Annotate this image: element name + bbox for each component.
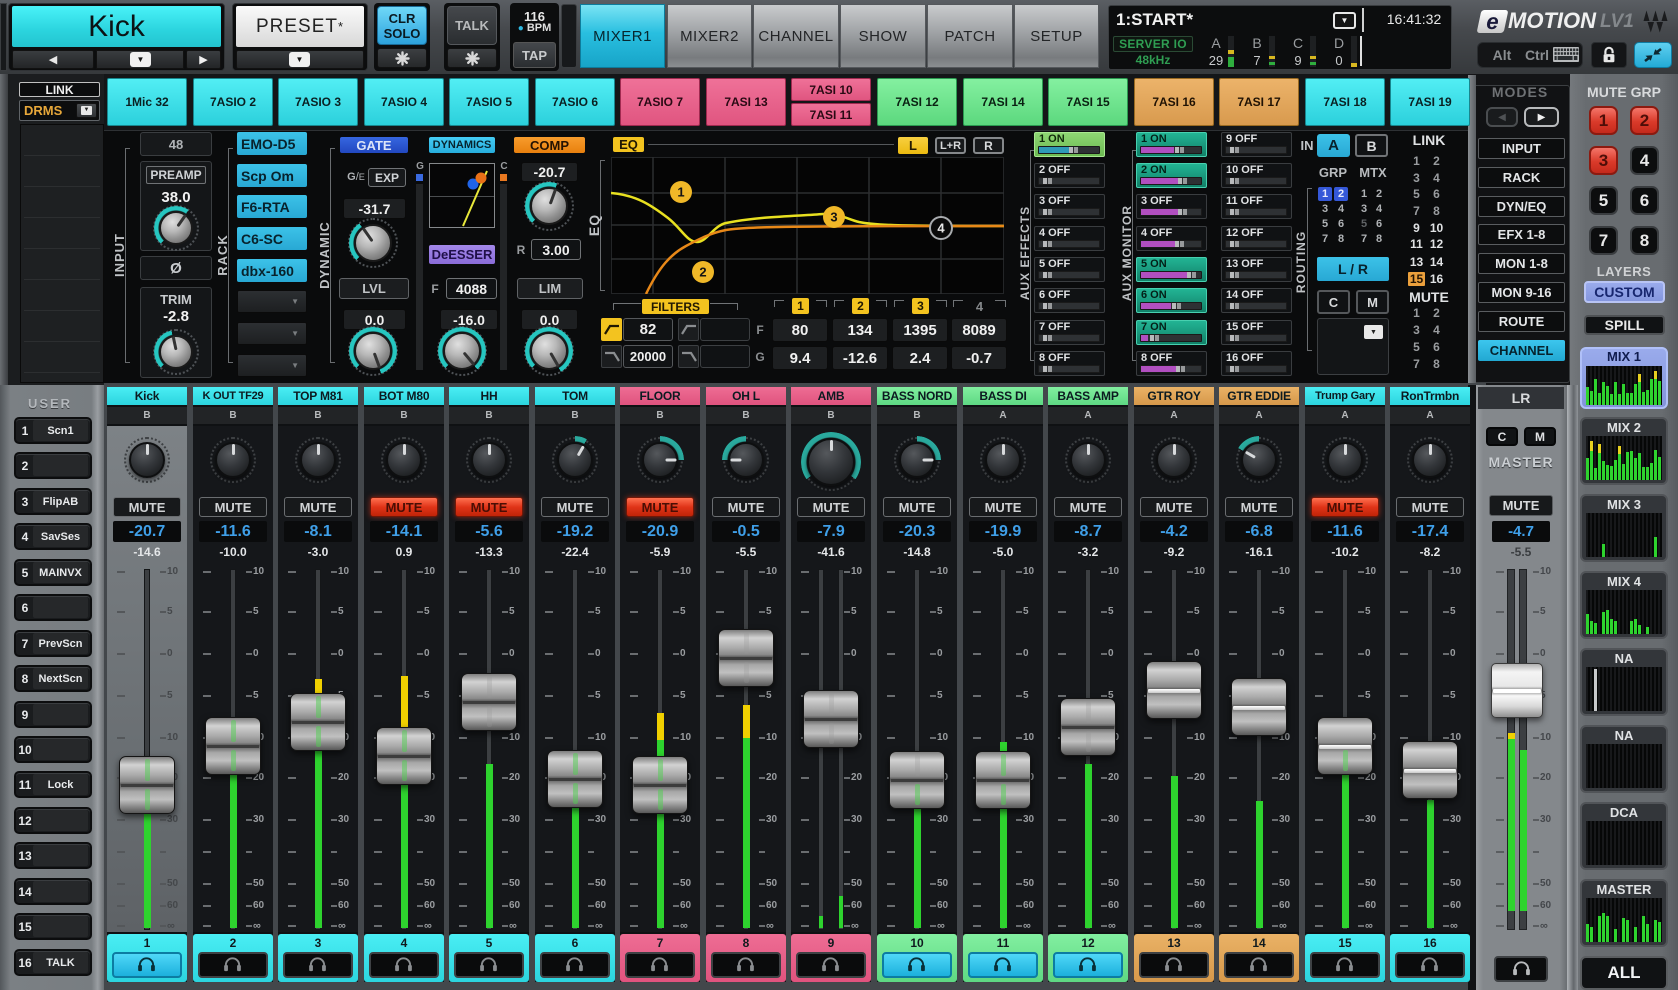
- svg-text:3: 3: [830, 210, 837, 225]
- svg-text:1: 1: [677, 185, 684, 200]
- svg-text:2: 2: [699, 265, 706, 280]
- svg-text:4: 4: [937, 221, 945, 236]
